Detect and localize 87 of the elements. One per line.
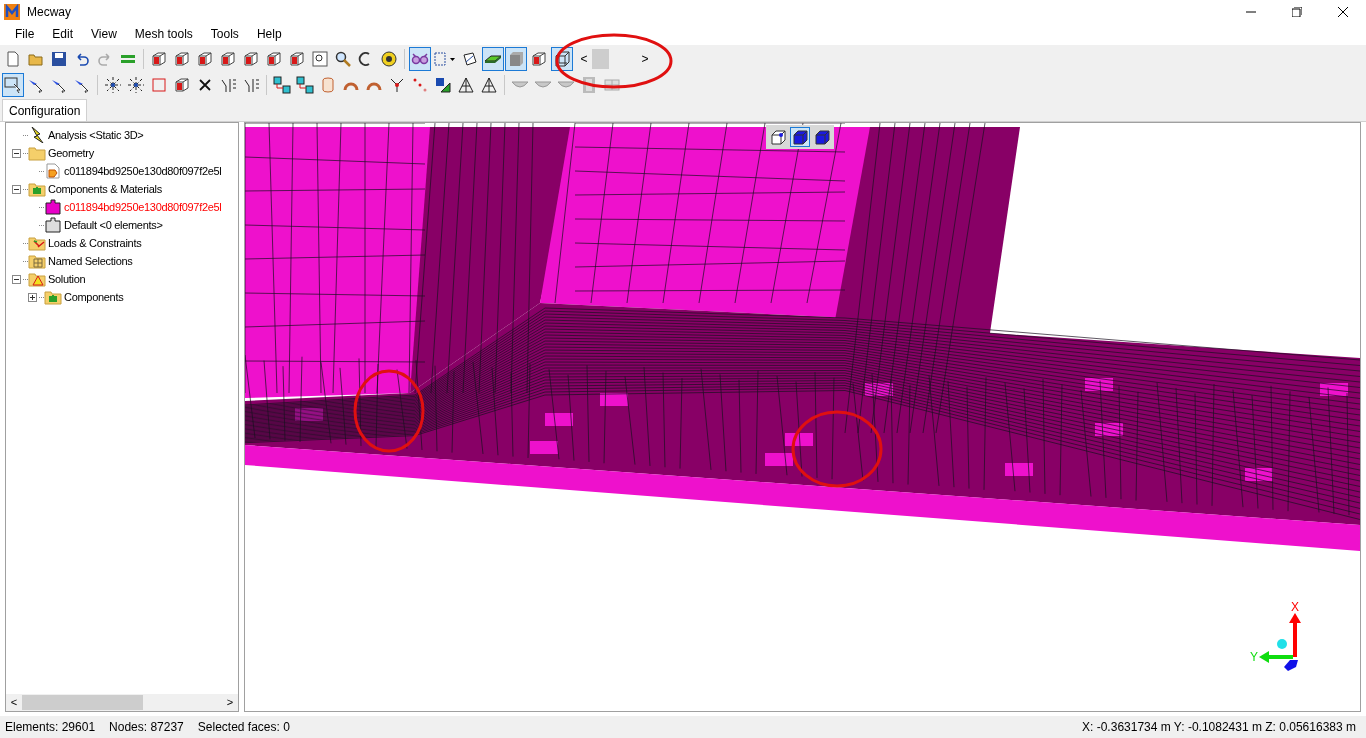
tree-item[interactable]: Geometry — [48, 144, 94, 162]
tree-item[interactable]: Named Selections — [48, 252, 133, 270]
toolbar-button[interactable] — [409, 46, 431, 71]
axis-label: Y — [1250, 650, 1258, 664]
collapse-toggle[interactable] — [12, 274, 21, 284]
select-box-icon — [4, 76, 22, 94]
window-title: Mecway — [27, 3, 71, 21]
shaded-cube-icon — [507, 49, 525, 68]
cube-icon — [288, 49, 306, 68]
scroll-right-button[interactable]: > — [222, 694, 238, 711]
menu-item[interactable]: File — [6, 25, 44, 43]
collapse-toggle[interactable] — [12, 184, 21, 194]
scrollbar-thumb[interactable] — [22, 695, 143, 710]
cube-icon — [196, 49, 214, 68]
grid-folder-icon — [28, 253, 46, 269]
tree-item[interactable]: c011894bd9250e130d80f097f2e5l — [64, 162, 222, 180]
folder-icon — [28, 145, 46, 161]
menu-item[interactable]: Help — [247, 25, 291, 43]
burst-icon — [104, 76, 122, 94]
sketch-dropdown-icon — [433, 49, 457, 68]
view-mode-button[interactable] — [812, 127, 832, 147]
bowl-icon — [534, 80, 552, 90]
glasses-icon — [411, 52, 429, 65]
menu-item[interactable]: Mesh tools — [125, 25, 202, 43]
puzzle-piece-icon — [44, 217, 62, 233]
new-file-icon — [4, 49, 22, 68]
triangle-mesh-icon — [480, 76, 498, 94]
scroll-thumb[interactable] — [592, 48, 609, 69]
triangle-folder-icon — [28, 271, 46, 287]
scroll-left-button[interactable]: < — [576, 49, 592, 68]
search-icon — [334, 49, 352, 68]
close-icon — [1338, 6, 1348, 17]
menu-item[interactable]: View — [82, 25, 126, 43]
node-link-icon — [296, 76, 314, 94]
square-icon — [150, 76, 168, 94]
menu-item[interactable]: Tools — [201, 25, 248, 43]
cube-icon — [242, 49, 260, 68]
grid-icon — [603, 76, 621, 94]
puzzle-folder-icon — [28, 181, 46, 197]
file-icon — [44, 163, 62, 179]
cylinder-icon — [319, 76, 337, 94]
plus-icon — [29, 293, 36, 301]
tree-item[interactable]: c011894bd9250e130d80f097f2e5l — [64, 198, 222, 216]
expand-toggle[interactable] — [28, 292, 37, 302]
cube-icon — [265, 49, 283, 68]
puzzle-folder-icon — [44, 289, 62, 305]
zoom-box-icon — [311, 49, 329, 68]
tree-item[interactable]: Analysis <Static 3D> — [48, 126, 144, 144]
bowl-icon — [511, 80, 529, 90]
restore-icon — [1292, 6, 1302, 17]
node-link-icon — [273, 76, 291, 94]
axis-triad-drawing — [1259, 613, 1301, 671]
cube-icon — [173, 76, 191, 94]
cube-icon — [219, 49, 237, 68]
scroll-left-button[interactable]: < — [6, 694, 22, 711]
wireframe-cube-icon — [553, 49, 571, 68]
view-mode-button[interactable] — [768, 127, 788, 147]
tree-item[interactable]: Components & Materials — [48, 180, 162, 198]
scroll-right-button[interactable]: > — [637, 49, 653, 68]
status-text: Selected faces: 0 — [197, 719, 290, 736]
tree-item[interactable]: Default <0 elements> — [64, 216, 163, 234]
cube-icon — [150, 49, 168, 68]
status-text: Elements: 29601 — [5, 719, 96, 736]
status-text: Nodes: 87237 — [109, 719, 184, 736]
split-bars-icon — [219, 76, 237, 94]
dots-icon — [411, 76, 429, 94]
triangle-mesh-icon — [457, 76, 475, 94]
view-mode-button[interactable] — [790, 127, 810, 147]
fork-icon — [388, 76, 406, 94]
viewport[interactable]: X Y — [244, 122, 1361, 712]
menu-item[interactable]: Edit — [43, 25, 83, 43]
bowl-icon — [557, 80, 575, 90]
collapse-toggle[interactable] — [12, 148, 21, 158]
sketch-icon — [461, 49, 479, 68]
tab[interactable]: Configuration — [2, 99, 88, 121]
load-folder-icon — [28, 235, 46, 251]
burst-icon — [127, 76, 145, 94]
puzzle-piece-icon — [44, 199, 62, 215]
cube-icon — [173, 49, 191, 68]
axis-label: X — [1291, 600, 1299, 614]
coordinates-text: X: -0.3631734 m Y: -0.1082431 m Z: 0.05616383 m — [1082, 719, 1356, 736]
tree-item[interactable]: Solution — [48, 270, 86, 288]
tree-item[interactable]: Components — [64, 288, 124, 306]
app-logo-icon — [4, 3, 20, 20]
tree-item[interactable]: Loads & Constraints — [48, 234, 142, 252]
split-bars-icon — [242, 76, 260, 94]
cube-icon — [530, 49, 548, 68]
